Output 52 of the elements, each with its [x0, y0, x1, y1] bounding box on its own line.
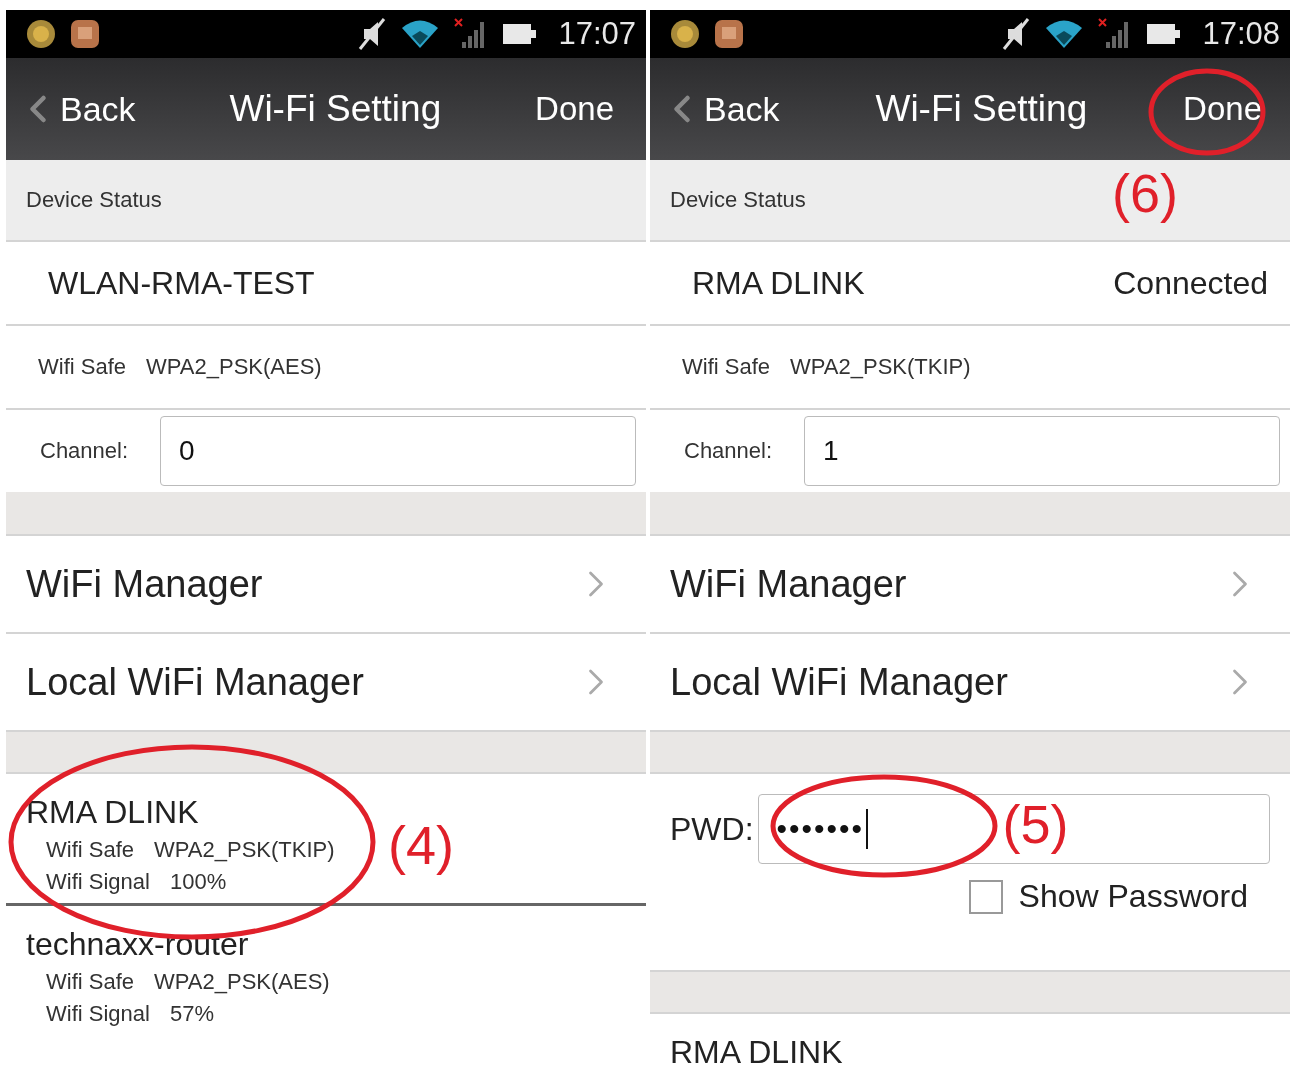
network-name: RMA DLINK	[670, 1034, 844, 1071]
wifi-icon	[400, 19, 441, 49]
done-button[interactable]: Done	[535, 90, 614, 128]
connection-status: Connected	[1113, 264, 1268, 302]
menu-item[interactable]: WiFi Manager	[650, 536, 1290, 634]
device-name: RMA DLINK	[692, 264, 865, 302]
wifi-safe-value: WPA2_PSK(TKIP)	[790, 354, 971, 380]
password-field[interactable]: ••••••• (5)	[757, 794, 1270, 864]
menu-item[interactable]: WiFi Manager	[6, 536, 646, 634]
wifi-safe-label: Wifi Safe	[46, 969, 135, 995]
wifi-signal-label: Wifi Signal	[46, 869, 150, 895]
back-button[interactable]: Back	[16, 87, 136, 131]
show-password-label: Show Password	[1018, 878, 1248, 915]
wifi-safe-label: Wifi Safe	[682, 354, 771, 380]
annotation-label: (4)	[388, 814, 454, 876]
back-button[interactable]: Back	[660, 87, 780, 131]
annotation-label: (6)	[1112, 162, 1178, 224]
network-name: RMA DLINK	[26, 794, 200, 831]
wifi-safe-value: WPA2_PSK(AES)	[146, 354, 322, 380]
mute-icon	[358, 17, 387, 51]
channel-label: Channel:	[684, 438, 773, 464]
screen-title: Wi-Fi Setting	[874, 88, 1089, 130]
wifi-safe-value: WPA2_PSK(AES)	[154, 969, 330, 995]
wifi-signal-label: Wifi Signal	[46, 1001, 150, 1027]
screen-title: Wi-Fi Setting	[228, 88, 443, 130]
channel-field[interactable]: 0	[160, 416, 636, 486]
channel-label: Channel:	[40, 438, 129, 464]
app-icon[interactable]	[670, 19, 700, 49]
network-item[interactable]: RMA DLINK	[650, 1014, 1290, 1074]
app-icon[interactable]	[70, 19, 100, 49]
clock: 17:08	[1202, 16, 1280, 52]
network-name: technaxx-router	[26, 926, 250, 963]
section-title: Device Status	[26, 187, 162, 213]
wifi-safe-label: Wifi Safe	[46, 837, 135, 863]
channel-field[interactable]: 1	[804, 416, 1280, 486]
wifi-safe-value: WPA2_PSK(TKIP)	[154, 837, 335, 863]
password-label: PWD:	[670, 810, 754, 848]
network-item[interactable]: technaxx-router Wifi Safe WPA2_PSK(AES) Wifi Signal 57%	[6, 906, 646, 1035]
clock: 17:07	[558, 16, 636, 52]
battery-icon	[502, 22, 539, 46]
battery-icon	[1146, 22, 1183, 46]
wifi-signal-value: 100%	[169, 869, 227, 895]
show-password-checkbox[interactable]	[968, 879, 1003, 914]
app-icon[interactable]	[714, 19, 744, 49]
device-name: WLAN-RMA-TEST	[48, 264, 315, 302]
wifi-icon	[1044, 19, 1085, 49]
mute-icon	[1002, 17, 1031, 51]
app-icon[interactable]	[26, 19, 56, 49]
annotation-label: (5)	[1002, 793, 1069, 855]
wifi-signal-value: 57%	[169, 1001, 214, 1027]
section-title: Device Status	[670, 187, 806, 213]
wifi-safe-label: Wifi Safe	[38, 354, 127, 380]
